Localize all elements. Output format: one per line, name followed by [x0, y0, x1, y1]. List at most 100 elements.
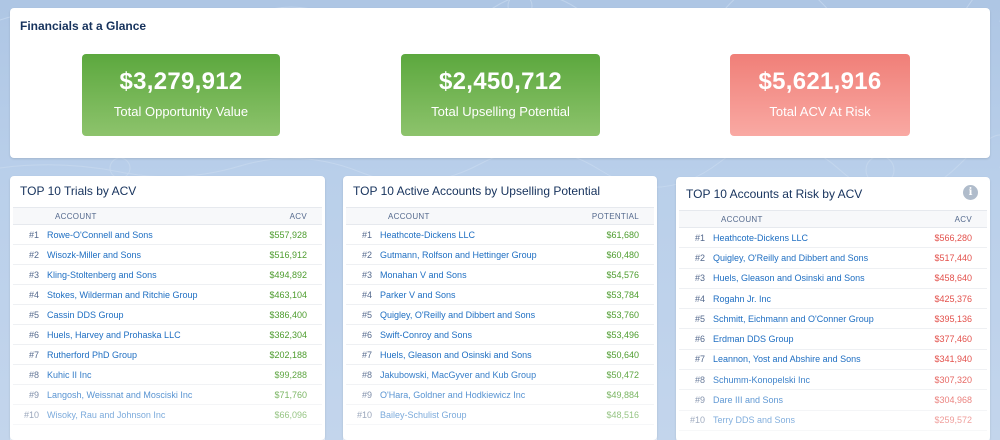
at-risk-table: ACCOUNT ACV #1 Heathcote-Dickens LLC $566,28…	[679, 210, 987, 431]
account-link[interactable]: O'Hara, Goldner and Hodkiewicz Inc	[380, 390, 606, 400]
account-link[interactable]: Jakubowski, MacGyver and Kub Group	[380, 370, 606, 380]
row-value: $202,188	[269, 349, 307, 360]
account-link[interactable]: Terry DDS and Sons	[713, 415, 934, 425]
account-link[interactable]: Gutmann, Rolfson and Hettinger Group	[380, 250, 606, 260]
account-link[interactable]: Wisozk-Miller and Sons	[47, 250, 269, 260]
table-row: #2 Gutmann, Rolfson and Hettinger Group $6…	[346, 245, 654, 265]
row-value: $395,136	[934, 313, 972, 324]
row-rank: #6	[694, 334, 705, 345]
table-row: #4 Parker V and Sons $53,784	[346, 285, 654, 305]
trials-table: ACCOUNT ACV #1 Rowe-O'Connell and Sons $557,…	[13, 207, 322, 425]
column-header-account[interactable]: ACCOUNT	[13, 212, 290, 221]
table-row: #8 Schumm-Konopelski Inc $307,320	[679, 370, 987, 391]
top-active-accounts-by-upselling-card: TOP 10 Active Accounts by Upselling Pote…	[343, 176, 657, 440]
table-row: #3 Huels, Gleason and Osinski and Sons $45…	[679, 269, 987, 289]
card-title: TOP 10 Trials by ACV	[20, 184, 137, 198]
account-link[interactable]: Monahan V and Sons	[380, 270, 606, 280]
column-header-value[interactable]: POTENTIAL	[592, 212, 654, 221]
account-link[interactable]: Heathcote-Dickens LLC	[380, 230, 606, 240]
account-link[interactable]: Heathcote-Dickens LLC	[713, 233, 934, 243]
financials-at-a-glance-card: Financials at a Glance $3,279,912 Total …	[10, 8, 990, 158]
table-row: #2 Quigley, O'Reilly and Dibbert and Sons…	[679, 248, 987, 269]
account-link[interactable]: Kuhic II Inc	[47, 370, 274, 380]
table-row: #7 Leannon, Yost and Abshire and Sons $341…	[679, 350, 987, 371]
row-rank: #10	[689, 415, 705, 426]
table-row: #9 Langosh, Weissnat and Mosciski Inc $71,…	[13, 385, 322, 405]
account-link[interactable]: Huels, Gleason and Osinski and Sons	[713, 273, 934, 283]
row-rank: #9	[694, 395, 705, 406]
table-row: #2 Wisozk-Miller and Sons $516,912	[13, 245, 322, 265]
table-row: #9 O'Hara, Goldner and Hodkiewicz Inc $49,…	[346, 385, 654, 405]
row-value: $425,376	[934, 293, 972, 304]
account-link[interactable]: Quigley, O'Reilly and Dibbert and Sons	[380, 310, 606, 320]
tile-label: Total Opportunity Value	[113, 104, 249, 119]
row-value: $54,576	[606, 269, 639, 280]
card-title: TOP 10 Accounts at Risk by ACV	[686, 187, 863, 201]
total-acv-at-risk-tile[interactable]: $5,621,916 Total ACV At Risk	[730, 54, 910, 136]
account-link[interactable]: Schumm-Konopelski Inc	[713, 375, 934, 385]
account-link[interactable]: Dare III and Sons	[713, 395, 934, 405]
account-link[interactable]: Wisoky, Rau and Johnson Inc	[47, 410, 274, 420]
row-value: $99,288	[274, 369, 307, 380]
account-link[interactable]: Parker V and Sons	[380, 290, 606, 300]
row-rank: #9	[361, 389, 372, 400]
column-header-account[interactable]: ACCOUNT	[679, 215, 955, 224]
account-link[interactable]: Rogahn Jr. Inc	[713, 294, 934, 304]
info-icon[interactable]: i	[963, 185, 978, 200]
table-header: ACCOUNT ACV	[13, 208, 322, 225]
financials-title: Financials at a Glance	[20, 19, 147, 33]
row-value: $386,400	[269, 309, 307, 320]
row-value: $517,440	[934, 252, 972, 263]
account-link[interactable]: Cassin DDS Group	[47, 310, 269, 320]
account-link[interactable]: Bailey-Schulist Group	[380, 410, 606, 420]
account-link[interactable]: Rowe-O'Connell and Sons	[47, 230, 269, 240]
row-rank: #2	[28, 249, 39, 260]
account-link[interactable]: Kling-Stoltenberg and Sons	[47, 270, 269, 280]
table-row: #3 Monahan V and Sons $54,576	[346, 265, 654, 285]
tile-value: $2,450,712	[438, 68, 563, 95]
account-link[interactable]: Huels, Gleason and Osinski and Sons	[380, 350, 606, 360]
row-value: $53,496	[606, 329, 639, 340]
row-rank: #2	[694, 252, 705, 263]
top-accounts-at-risk-card: TOP 10 Accounts at Risk by ACV i ACCOUNT…	[676, 177, 990, 440]
table-row: #10 Bailey-Schulist Group $48,516	[346, 405, 654, 425]
account-link[interactable]: Leannon, Yost and Abshire and Sons	[713, 354, 934, 364]
account-link[interactable]: Swift-Conroy and Sons	[380, 330, 606, 340]
account-link[interactable]: Quigley, O'Reilly and Dibbert and Sons	[713, 253, 934, 263]
row-rank: #1	[28, 229, 39, 240]
row-value: $377,460	[934, 334, 972, 345]
row-rank: #7	[694, 354, 705, 365]
row-value: $362,304	[269, 329, 307, 340]
column-header-account[interactable]: ACCOUNT	[346, 212, 592, 221]
column-header-value[interactable]: ACV	[955, 215, 987, 224]
row-rank: #8	[361, 369, 372, 380]
account-link[interactable]: Schmitt, Eichmann and O'Conner Group	[713, 314, 934, 324]
account-link[interactable]: Langosh, Weissnat and Mosciski Inc	[47, 390, 274, 400]
table-row: #5 Schmitt, Eichmann and O'Conner Group $3…	[679, 309, 987, 330]
total-upselling-potential-tile[interactable]: $2,450,712 Total Upselling Potential	[401, 54, 600, 136]
row-rank: #10	[23, 409, 39, 420]
tile-value: $3,279,912	[119, 68, 243, 95]
row-value: $61,680	[606, 229, 639, 240]
table-row: #7 Rutherford PhD Group $202,188	[13, 345, 322, 365]
table-header: ACCOUNT POTENTIAL	[346, 208, 654, 225]
row-value: $307,320	[934, 374, 972, 385]
table-row: #6 Erdman DDS Group $377,460	[679, 329, 987, 350]
row-value: $48,516	[606, 409, 639, 420]
row-value: $71,760	[274, 389, 307, 400]
account-link[interactable]: Erdman DDS Group	[713, 334, 934, 344]
account-link[interactable]: Rutherford PhD Group	[47, 350, 269, 360]
account-link[interactable]: Huels, Harvey and Prohaska LLC	[47, 330, 269, 340]
table-row: #9 Dare III and Sons $304,968	[679, 390, 987, 411]
table-row: #5 Cassin DDS Group $386,400	[13, 305, 322, 325]
row-rank: #4	[28, 289, 39, 300]
table-row: #6 Huels, Harvey and Prohaska LLC $362,304	[13, 325, 322, 345]
row-rank: #5	[361, 309, 372, 320]
table-header: ACCOUNT ACV	[679, 211, 987, 228]
row-rank: #3	[694, 273, 705, 284]
total-opportunity-value-tile[interactable]: $3,279,912 Total Opportunity Value	[82, 54, 280, 136]
column-header-value[interactable]: ACV	[290, 212, 322, 221]
row-value: $50,472	[606, 369, 639, 380]
row-value: $304,968	[934, 395, 972, 406]
account-link[interactable]: Stokes, Wilderman and Ritchie Group	[47, 290, 269, 300]
